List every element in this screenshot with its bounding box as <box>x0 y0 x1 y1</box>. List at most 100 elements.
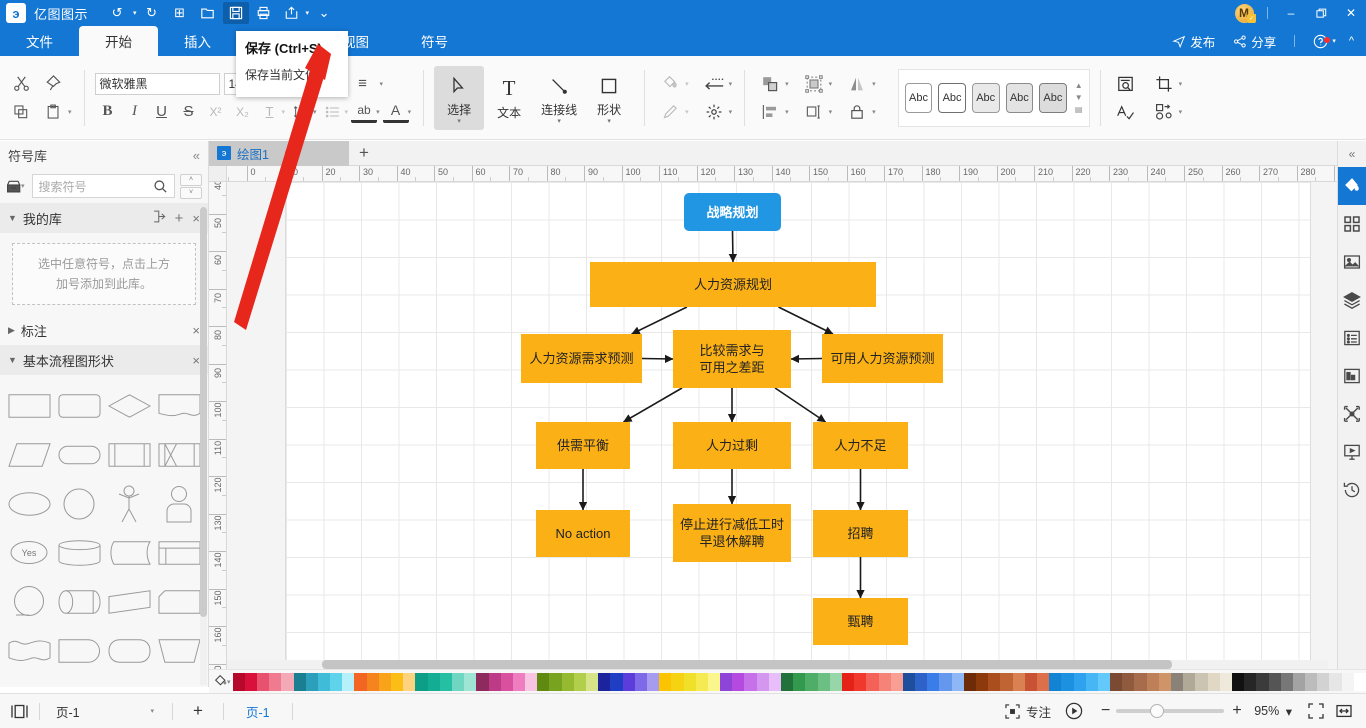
font-color-button[interactable]: A <box>382 101 409 123</box>
effects-button[interactable] <box>699 99 729 125</box>
color-swatch[interactable] <box>683 672 696 691</box>
symbol-panel-button[interactable] <box>1338 205 1366 243</box>
text-highlight-button[interactable]: ab <box>351 101 378 123</box>
fit-page-button[interactable] <box>1302 703 1330 719</box>
drawing-canvas[interactable]: 战略规划 人力资源规划 人力资源需求预测 比较需求与 可用之差距 可用人力资源预测 供需平衡… <box>227 182 1337 669</box>
flowchart-shapes-expand-icon[interactable]: ▼ <box>8 355 17 365</box>
color-swatch[interactable] <box>768 672 781 691</box>
library-next-button[interactable]: ˅ <box>180 186 202 199</box>
color-swatch[interactable] <box>464 672 477 691</box>
library-prev-button[interactable]: ˄ <box>180 173 202 186</box>
color-swatch[interactable] <box>622 672 635 691</box>
styles-scroll-down-icon[interactable]: ▼ <box>1075 93 1083 102</box>
color-swatch[interactable] <box>391 672 404 691</box>
color-swatch[interactable] <box>598 672 611 691</box>
style-chip-2[interactable]: Abc <box>938 82 966 113</box>
search-input[interactable]: 搜索符号 <box>31 174 175 198</box>
line-arrow-button[interactable] <box>699 71 729 97</box>
align-caret-icon-2[interactable]: ▾ <box>785 108 789 116</box>
page-selector-caret-icon[interactable]: ▾ <box>150 707 154 715</box>
new-button[interactable]: ⊞ <box>167 2 193 24</box>
redo-button[interactable]: ↻ <box>139 2 165 24</box>
styles-scroll-up-icon[interactable]: ▲ <box>1075 81 1083 90</box>
underline-button[interactable]: U <box>149 99 175 125</box>
quick-styles-gallery[interactable]: Abc Abc Abc Abc Abc ▲ ▼ ▤ <box>897 68 1090 127</box>
collapse-right-dock-icon[interactable]: « <box>1349 141 1356 167</box>
my-library-expand-icon[interactable]: ▼ <box>8 213 17 223</box>
new-document-tab-button[interactable]: + <box>349 141 379 166</box>
layers-panel-button[interactable] <box>1338 281 1366 319</box>
canvas-hscroll-thumb[interactable] <box>322 660 1172 669</box>
tool-connector[interactable]: 连接线 ▾ <box>534 66 584 130</box>
fill-caret-icon[interactable]: ▾ <box>685 80 689 88</box>
menu-tab-insert[interactable]: 插入 <box>158 26 237 56</box>
color-swatch[interactable] <box>305 672 318 691</box>
color-swatch[interactable] <box>488 672 501 691</box>
flowchart-node-n1[interactable]: 战略规划 <box>684 193 781 231</box>
canvas-page[interactable]: 战略规划 人力资源规划 人力资源需求预测 比较需求与 可用之差距 可用人力资源预测 供需平衡… <box>286 182 1310 664</box>
style-chip-1[interactable]: Abc <box>904 82 933 113</box>
color-swatch[interactable] <box>232 672 245 691</box>
flowchart-node-n6[interactable]: 供需平衡 <box>536 422 630 469</box>
color-swatch[interactable] <box>512 672 526 691</box>
share-button[interactable]: 分享 <box>1225 29 1284 53</box>
color-swatch[interactable] <box>646 672 660 691</box>
format-painter-button[interactable] <box>38 71 68 97</box>
color-swatch[interactable] <box>537 672 550 691</box>
color-swatch[interactable] <box>586 672 599 691</box>
color-swatch[interactable] <box>695 672 708 691</box>
color-swatch[interactable] <box>1158 672 1171 691</box>
color-swatch[interactable] <box>793 672 806 691</box>
open-button[interactable] <box>195 2 221 24</box>
bring-forward-button[interactable] <box>755 71 785 97</box>
color-swatch[interactable] <box>1012 672 1025 691</box>
quick-styles-scroll[interactable]: ▲ ▼ ▤ <box>1075 81 1083 114</box>
color-swatch[interactable] <box>854 672 867 691</box>
flowchart-node-n10[interactable]: 停止进行减低工时 早退休解聘 <box>673 504 791 562</box>
paragraph-align-button[interactable]: ≡ <box>348 71 378 97</box>
shape-database[interactable] <box>54 528 104 577</box>
shape-cut-corner[interactable] <box>154 577 204 626</box>
color-swatch[interactable] <box>451 672 465 691</box>
color-swatch[interactable] <box>610 672 623 691</box>
customize-qat-button[interactable]: ⌄ <box>311 2 337 24</box>
shape-document[interactable] <box>154 381 204 430</box>
align-button[interactable] <box>755 99 785 125</box>
color-swatch[interactable] <box>951 672 964 691</box>
document-tab[interactable]: э 绘图1 <box>209 140 349 166</box>
color-swatch[interactable] <box>890 672 903 691</box>
shape-diamond[interactable] <box>104 381 154 430</box>
zoom-out-button[interactable]: − <box>1095 702 1116 720</box>
color-swatch[interactable] <box>744 672 757 691</box>
flowchart-node-n2[interactable]: 人力资源规划 <box>590 262 876 307</box>
color-swatch[interactable] <box>1207 672 1220 691</box>
color-swatch[interactable] <box>1049 672 1062 691</box>
restore-button[interactable] <box>1306 0 1336 26</box>
library-picker-button[interactable]: ▾ <box>6 179 27 194</box>
flowchart-node-n5[interactable]: 可用人力资源预测 <box>822 334 943 383</box>
properties-panel-button[interactable] <box>1338 319 1366 357</box>
clear-format-caret-icon[interactable]: ▾ <box>282 108 286 116</box>
styles-expand-icon[interactable]: ▤ <box>1075 105 1083 114</box>
shape-trapezoid-right[interactable] <box>104 577 154 626</box>
color-swatch[interactable] <box>829 672 842 691</box>
style-chip-3[interactable]: Abc <box>971 82 1000 113</box>
color-swatch[interactable] <box>1000 672 1013 691</box>
undo-caret-icon[interactable]: ▾ <box>133 9 137 17</box>
color-swatch[interactable] <box>439 672 452 691</box>
color-swatch[interactable] <box>1085 672 1098 691</box>
color-swatch[interactable] <box>720 672 733 691</box>
history-panel-button[interactable] <box>1338 471 1366 509</box>
bring-forward-caret-icon[interactable]: ▾ <box>785 80 789 88</box>
collapse-ribbon-button[interactable]: ^ <box>1341 29 1362 53</box>
copy-button[interactable] <box>6 99 36 125</box>
color-swatch[interactable] <box>976 672 989 691</box>
color-swatch[interactable] <box>415 672 428 691</box>
color-swatch[interactable] <box>281 672 294 691</box>
shape-stadium[interactable] <box>54 430 104 479</box>
color-swatch[interactable] <box>1341 672 1354 691</box>
connector-panel-button[interactable] <box>1338 395 1366 433</box>
color-swatch[interactable] <box>915 672 928 691</box>
color-swatch[interactable] <box>561 672 574 691</box>
color-swatch[interactable] <box>707 672 721 691</box>
